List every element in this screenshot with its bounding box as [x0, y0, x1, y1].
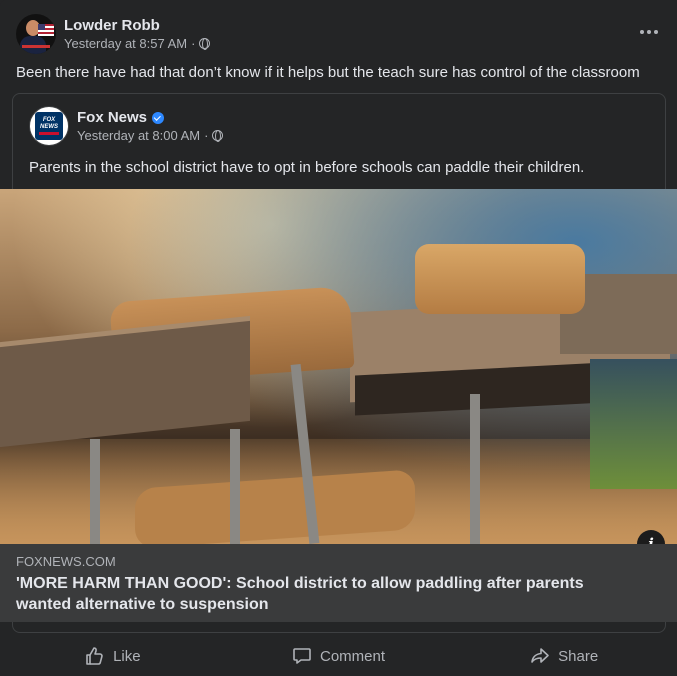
shared-timestamp[interactable]: Yesterday at 8:00 AM — [77, 127, 200, 145]
post-header: Lowder Robb Yesterday at 8:57 AM · — [16, 12, 211, 56]
post-meta: Yesterday at 8:57 AM · — [64, 35, 211, 53]
like-button[interactable]: Like — [0, 636, 226, 676]
thumbs-up-icon — [86, 647, 103, 665]
meta-separator: · — [191, 35, 196, 51]
author-avatar[interactable] — [16, 14, 56, 54]
fox-news-logo-mark: FOX NEWS — [35, 112, 63, 140]
photo-desk-leg — [470, 394, 480, 544]
facebook-post: Lowder Robb Yesterday at 8:57 AM · Been … — [0, 0, 677, 676]
post-actions: Like Comment Share — [0, 636, 677, 676]
post-timestamp[interactable]: Yesterday at 8:57 AM — [64, 35, 187, 53]
comment-label: Comment — [319, 647, 386, 665]
photo-desk-leg — [90, 439, 100, 544]
shared-meta: Yesterday at 8:00 AM · — [77, 127, 224, 145]
photo-chair-leg — [230, 429, 240, 544]
article-photo[interactable] — [0, 189, 677, 544]
logo-text: FOX NEWS — [40, 117, 58, 130]
fox-news-logo[interactable]: FOX NEWS — [29, 106, 69, 146]
photo-chair — [590, 359, 677, 489]
shared-post-text: Parents in the school district have to o… — [29, 159, 585, 176]
photo-chair — [415, 244, 585, 314]
like-label: Like — [113, 647, 141, 665]
avatar-banner — [22, 45, 50, 48]
verified-badge-icon — [152, 111, 165, 124]
flag-icon — [38, 24, 54, 36]
dot-icon — [640, 30, 644, 34]
comment-button[interactable]: Comment — [226, 636, 452, 676]
author-name[interactable]: Lowder Robb — [64, 16, 210, 35]
globe-icon[interactable] — [199, 38, 211, 50]
logo-stripe — [39, 132, 59, 135]
dot-icon — [647, 30, 651, 34]
share-icon — [531, 648, 549, 663]
shared-post-header: FOX NEWS Fox News Yesterday at 8:00 AM · — [29, 106, 224, 146]
dot-icon — [654, 30, 658, 34]
page-name-row: Fox News — [77, 108, 223, 127]
globe-icon[interactable] — [212, 130, 224, 142]
post-caption: Been there have had that don’t know if i… — [16, 64, 640, 81]
share-label: Share — [558, 647, 599, 665]
author-info: Lowder Robb Yesterday at 8:57 AM · — [64, 16, 211, 53]
link-headline[interactable]: 'MORE HARM THAN GOOD': School district t… — [16, 573, 636, 615]
comment-icon — [293, 648, 311, 664]
link-preview[interactable]: FOXNEWS.COM 'MORE HARM THAN GOOD': Schoo… — [0, 544, 677, 622]
share-button[interactable]: Share — [451, 636, 677, 676]
link-domain: FOXNEWS.COM — [16, 554, 116, 569]
meta-separator: · — [204, 127, 209, 143]
more-options-button[interactable] — [635, 18, 663, 46]
shared-page-info: Fox News Yesterday at 8:00 AM · — [77, 108, 224, 145]
page-name[interactable]: Fox News — [77, 109, 147, 126]
